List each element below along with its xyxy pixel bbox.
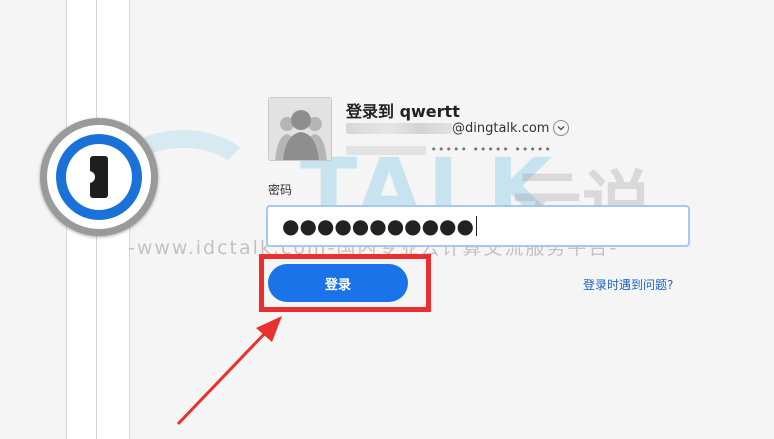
annotation-arrow xyxy=(176,316,282,426)
